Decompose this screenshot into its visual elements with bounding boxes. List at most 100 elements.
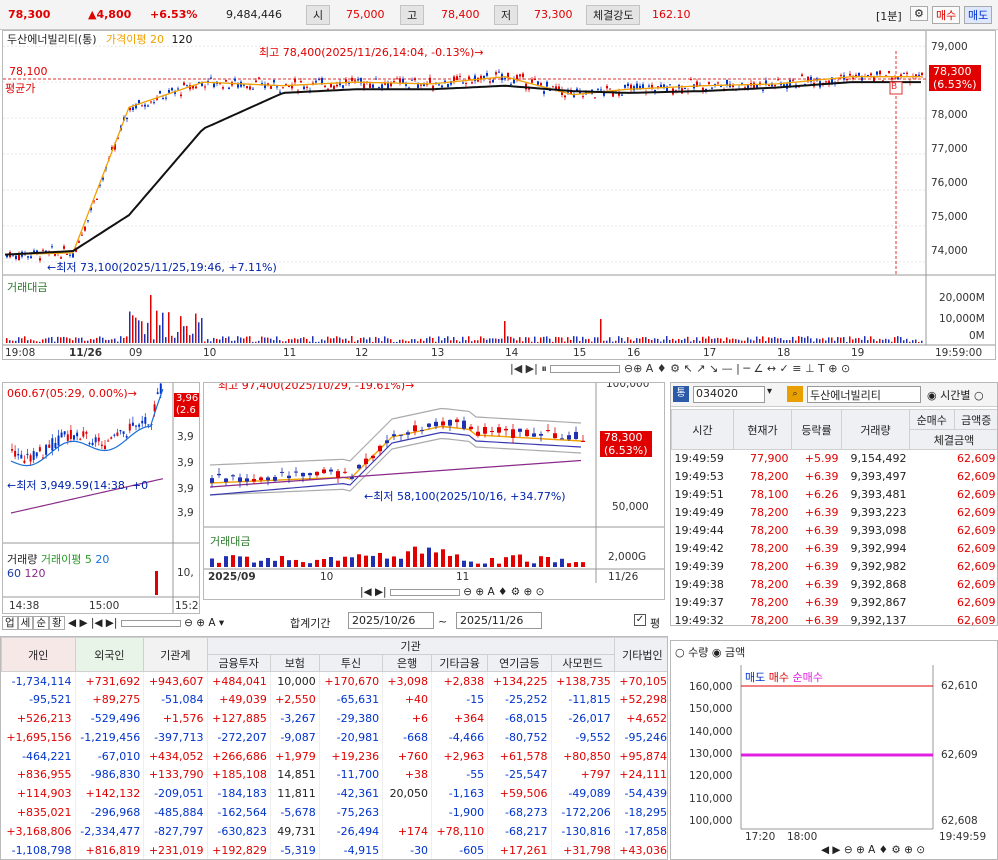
flow-toolbar[interactable]: ◀ ▶ ⊖ ⊕ A ♦ ⚙ ⊕ ⊙ [821,844,925,856]
tick-row[interactable]: 19:49:51 78,100 +6.26 9,393,481 62,609 [672,486,998,504]
table-cell: +133,790 [143,765,208,785]
buy-button[interactable]: 매수 [932,6,961,24]
mini-candle [94,437,97,443]
stock-code-input[interactable]: 034020 [693,386,765,403]
candle [537,81,539,85]
sell-button[interactable]: 매도 [964,6,993,24]
x-tick: 15 [573,347,587,359]
dropdown-icon[interactable]: ▾ [767,386,772,397]
table-row[interactable]: -464,221 -67,010 +434,052 +266,686 +1,979 +19… [1,746,667,766]
table-cell: +364 [431,709,489,728]
candle [411,79,413,81]
mini-zoom-icons[interactable]: ⊖ ⊕ A ▾ [184,617,224,629]
table-cell: -95,521 [1,690,76,710]
tick-row[interactable]: 19:49:38 78,200 +6.39 9,392,868 62,609 [672,576,998,594]
mini-tab[interactable]: 세 [17,616,34,630]
daily-candle [553,433,557,439]
tick-row[interactable]: 19:49:42 78,200 +6.39 9,392,994 62,609 [672,540,998,558]
table-cell: +78,110 [431,821,489,841]
table-row[interactable]: +114,903 +142,132 -209,051 -184,183 11,811 -4… [1,784,667,804]
tick-row[interactable]: 19:49:32 78,200 +6.39 9,392,137 62,609 [672,612,998,625]
table-row[interactable]: +1,695,156 -1,219,456 -397,713 -272,207 -9,0… [1,727,667,747]
table-row[interactable]: +836,955 -986,830 +133,790 +185,108 14,851 -1… [1,765,667,785]
mini-tab[interactable]: 황 [49,616,65,630]
first-icon[interactable]: |◀ [510,362,522,375]
tick-row[interactable]: 19:49:49 78,200 +6.39 9,393,223 62,609 [672,504,998,522]
table-row[interactable]: +835,021 -296,968 -485,884 -162,564 -5,678 -7… [1,803,667,822]
daily-high-annotation: 최고 97,400(2025/10/29, -19.61%)→ [218,382,415,392]
mini-nav-icons[interactable]: ◀ ▶ |◀ ▶| [68,617,117,629]
zoom-in-icon[interactable]: ⊕ [633,362,642,375]
tick-cell: 78,200 [750,506,789,519]
main-chart-canvas[interactable] [3,31,996,360]
candle [204,86,206,88]
table-row[interactable]: -95,521 +89,275 -51,084 +49,039 +2,550 -65,63… [1,690,667,710]
tick-row[interactable]: 19:49:53 78,200 +6.39 9,393,497 62,609 [672,468,998,486]
avg-checkbox[interactable]: ✓ [634,614,646,626]
volume-bar [78,338,80,343]
candle [546,81,548,87]
play-icon[interactable]: ▶| [526,362,538,375]
volume-bar [264,337,266,343]
mini-vol-ma3: 60 [7,567,21,580]
avg-checkbox-label: 평 [650,617,661,630]
volume-bar [495,338,497,343]
volume-bar [756,336,758,343]
mini-slider[interactable] [120,619,181,627]
table-cell: +3,168,806 [1,821,76,841]
candle [438,84,440,86]
volume-bar [249,336,251,343]
table-cell: +2,550 [270,690,320,710]
daily-volume-bar [385,558,389,567]
flow-radio[interactable]: ○ 수량 ◉ 금액 [675,644,745,660]
volume-bar [855,338,857,343]
pause-icon[interactable]: ⏸ [541,362,547,375]
candle [357,79,359,81]
candle [462,82,464,84]
zoom-out-icon[interactable]: ⊖ [624,362,633,375]
table-cell: -986,830 [75,765,145,785]
tick-row[interactable]: 19:49:37 78,200 +6.39 9,392,867 62,609 [672,594,998,612]
table-row[interactable]: +526,213 -529,496 +1,576 +127,885 -3,267 -29,… [1,709,667,728]
candle [708,82,710,85]
tick-row[interactable]: 19:49:44 78,200 +6.39 9,393,098 62,609 [672,522,998,540]
volume-bar [477,340,479,343]
volume-bar [831,337,833,343]
volume-bar [558,337,560,343]
volume-bar [582,336,584,343]
mini-tab[interactable]: 업 [2,616,18,630]
table-row[interactable]: +3,168,806 -2,334,477 -827,797 -630,823 49,7… [1,821,667,841]
table-cell: +2,838 [431,671,489,691]
table-row[interactable]: -1,108,798 +816,819 +231,019 +192,829 -5,319… [1,840,667,859]
volume-bar [651,339,653,343]
daily-toolbar[interactable]: |◀ ▶| ⊖ ⊕ A ♦ ⚙ ⊕ ⊙ [360,586,544,598]
stock-type-icon[interactable]: 통 [673,386,689,402]
table-cell: -1,900 [431,803,489,822]
date-to[interactable]: 2025/11/26 [456,612,542,629]
date-from[interactable]: 2025/10/26 [348,612,434,629]
table-cell: -162,564 [207,803,271,822]
volume-bar [423,340,425,343]
tick-row[interactable]: 19:49:59 77,900 +5.99 9,154,492 62,609 [672,450,998,468]
daily-candle [322,469,326,474]
candle [321,77,323,84]
candle [324,85,326,88]
period-selector[interactable]: [1분] [876,8,902,24]
radio-time[interactable]: ◉ 시간별 ○ [927,387,984,403]
x-tick: 10 [203,347,217,359]
table-row[interactable]: -1,734,114 +731,692 +943,607 +484,041 10,000… [1,671,667,691]
volume-bar [759,339,761,343]
daily-volume-bar [399,558,403,567]
col-header: 투신 [318,654,384,672]
zoom-slider[interactable] [550,365,621,373]
candle [33,250,35,253]
settings-icon[interactable]: ⚙ [910,6,928,21]
search-icon[interactable]: ⌕ [787,386,803,402]
candle [651,84,653,88]
candle [543,91,545,94]
table-cell: +266,686 [207,746,271,766]
tick-row[interactable]: 19:49:39 78,200 +6.39 9,392,982 62,609 [672,558,998,576]
table-cell: +17,261 [487,840,552,859]
mini-tab[interactable]: 순 [33,616,50,630]
volume-bar [516,340,518,343]
